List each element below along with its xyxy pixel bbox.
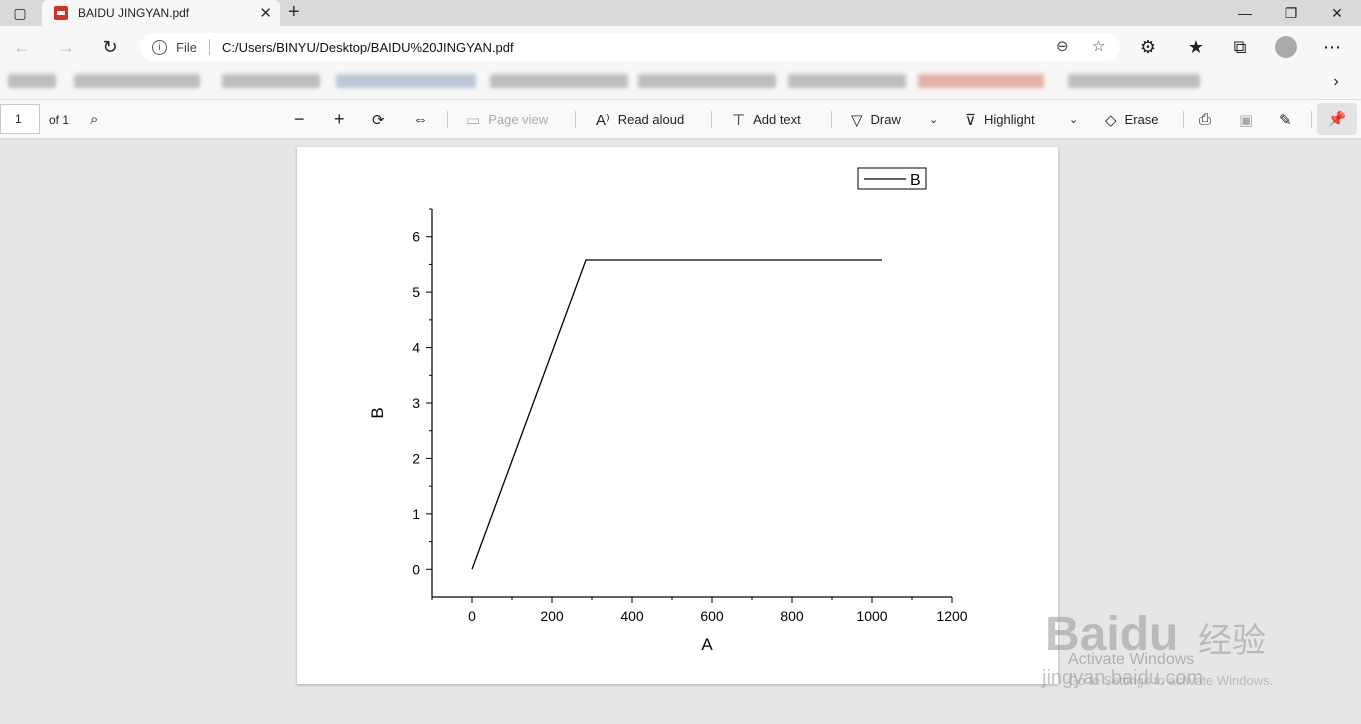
draw-button[interactable]: ▽ Draw: [851, 100, 901, 139]
toolbar-divider: [447, 111, 448, 128]
add-text-icon: ⊤: [732, 111, 746, 129]
highlight-button[interactable]: ⊽ Highlight: [965, 100, 1035, 139]
add-text-button[interactable]: ⊤ Add text: [732, 100, 801, 139]
y-tick-label: 4: [412, 340, 420, 356]
tab-strip: ▢ BAIDU JINGYAN.pdf ✕ + — ❐ ✕: [0, 0, 1361, 26]
back-icon[interactable]: ←: [10, 35, 34, 59]
page-number: 1: [15, 112, 22, 126]
y-tick-label: 6: [412, 229, 420, 245]
x-tick-label: 400: [620, 608, 644, 624]
favorite-item-blurred[interactable]: [638, 74, 776, 88]
draw-icon: ▽: [851, 111, 863, 129]
y-tick-label: 3: [412, 395, 420, 411]
watermark-brand-cn: 经验: [1198, 622, 1266, 660]
favorite-item-blurred[interactable]: [1068, 74, 1200, 88]
pin-toolbar-icon[interactable]: 📌: [1317, 103, 1357, 135]
page-view-icon: ▭: [466, 111, 481, 129]
eraser-icon: ◇: [1105, 111, 1117, 129]
toolbar-divider: [1183, 111, 1184, 128]
tab-pdf[interactable]: BAIDU JINGYAN.pdf ✕: [42, 0, 280, 26]
favorite-item-blurred[interactable]: [336, 74, 476, 88]
page-count: of 1: [49, 112, 70, 127]
favorite-item-blurred[interactable]: [74, 74, 200, 88]
refresh-icon[interactable]: ↻: [98, 35, 122, 59]
collections-icon[interactable]: ⧉: [1228, 35, 1252, 59]
x-tick-label: 800: [780, 608, 804, 624]
series-line: [471, 259, 882, 570]
x-axis-label: A: [701, 635, 713, 654]
fit-width-icon[interactable]: ⇔: [413, 100, 436, 139]
url-text: C:/Users/BINYU/Desktop/BAIDU%20JINGYAN.p…: [221, 39, 514, 55]
favorite-item-blurred[interactable]: [788, 74, 906, 88]
read-aloud-label: Read aloud: [617, 112, 685, 127]
new-tab-icon[interactable]: +: [288, 1, 300, 24]
url-scheme: File: [176, 39, 197, 55]
save-icon[interactable]: ▣: [1239, 100, 1261, 139]
draw-chevron-down-icon[interactable]: ⌄: [929, 100, 938, 139]
favorites-bar: ›: [0, 66, 1361, 100]
rotate-icon[interactable]: ⟳: [372, 100, 393, 139]
more-menu-icon[interactable]: ⋯: [1320, 35, 1344, 59]
x-tick-label: 600: [700, 608, 724, 624]
tab-actions-icon[interactable]: ▢: [0, 0, 40, 26]
restore-icon[interactable]: ❐: [1268, 0, 1314, 26]
y-tick-label: 2: [412, 450, 420, 466]
print-icon[interactable]: ⎙: [1199, 100, 1219, 139]
forward-icon[interactable]: →: [54, 35, 78, 59]
info-icon[interactable]: i: [152, 39, 167, 55]
profile-avatar[interactable]: [1274, 35, 1298, 59]
url-input[interactable]: i File C:/Users/BINYU/Desktop/BAIDU%20JI…: [140, 33, 1120, 61]
zoom-in-icon[interactable]: +: [334, 100, 353, 139]
pdf-page: 0 200 400 600 800 1000 1200 0 1 2 3 4 5 6 A B B: [297, 147, 1058, 684]
y-tick-label: 1: [412, 506, 420, 522]
toolbar-divider: [831, 111, 832, 128]
page-view-label: Page view: [488, 112, 549, 127]
url-divider: [208, 39, 210, 55]
y-tick-label: 5: [412, 284, 420, 300]
x-tick-label: 1200: [936, 608, 967, 624]
highlight-icon: ⊽: [965, 111, 976, 129]
close-window-icon[interactable]: ✕: [1314, 0, 1360, 26]
minimize-icon[interactable]: —: [1222, 0, 1268, 26]
chevron-right-icon[interactable]: ›: [1324, 70, 1348, 94]
favorite-item-blurred[interactable]: [222, 74, 320, 88]
toolbar-divider: [575, 111, 576, 128]
activate-windows-title: Activate Windows: [1068, 651, 1195, 668]
add-favorite-icon[interactable]: ☆: [1092, 37, 1105, 55]
toolbar-divider: [1311, 111, 1312, 128]
favorite-item-blurred[interactable]: [918, 74, 1044, 88]
search-icon[interactable]: ⌕: [90, 100, 106, 139]
zoom-icon[interactable]: ⊖: [1056, 37, 1069, 55]
pdf-icon: [54, 6, 68, 20]
extensions-icon[interactable]: ⚙: [1136, 35, 1160, 59]
favorite-item-blurred[interactable]: [8, 74, 56, 88]
save-as-icon[interactable]: ✎: [1279, 100, 1300, 139]
favorites-icon[interactable]: ★: [1184, 35, 1208, 59]
toolbar-divider: [711, 111, 712, 128]
draw-label: Draw: [870, 112, 901, 127]
highlight-label: Highlight: [983, 112, 1035, 127]
zoom-out-icon[interactable]: −: [294, 100, 313, 139]
x-tick-label: 200: [540, 608, 564, 624]
y-axis-label: B: [368, 407, 387, 418]
tab-title: BAIDU JINGYAN.pdf: [78, 6, 190, 20]
highlight-chevron-down-icon[interactable]: ⌄: [1069, 100, 1078, 139]
x-tick-label: 0: [468, 608, 476, 624]
close-tab-icon[interactable]: ✕: [259, 4, 272, 22]
read-aloud-button[interactable]: A⁾ Read aloud: [596, 100, 684, 139]
erase-button[interactable]: ◇ Erase: [1105, 100, 1159, 139]
y-tick-label: 0: [412, 561, 420, 577]
address-bar: ← → ↻ i File C:/Users/BINYU/Desktop/BAID…: [0, 26, 1361, 66]
line-chart: 0 200 400 600 800 1000 1200 0 1 2 3 4 5 6 A B B: [368, 167, 968, 654]
page-view-button[interactable]: ▭ Page view: [466, 100, 548, 139]
activate-windows-hint: Go to Settings to activate Windows.: [1068, 673, 1274, 688]
pdf-toolbar: 1 of 1 ⌕ − + ⟳ ⇔ ▭ Page view A⁾ Read aloud…: [0, 100, 1361, 139]
favorite-item-blurred[interactable]: [490, 74, 628, 88]
erase-label: Erase: [1124, 112, 1159, 127]
read-aloud-icon: A⁾: [596, 111, 610, 129]
legend-label: B: [910, 172, 921, 189]
add-text-label: Add text: [753, 112, 801, 127]
page-number-input[interactable]: 1: [0, 104, 40, 134]
x-tick-label: 1000: [856, 608, 887, 624]
